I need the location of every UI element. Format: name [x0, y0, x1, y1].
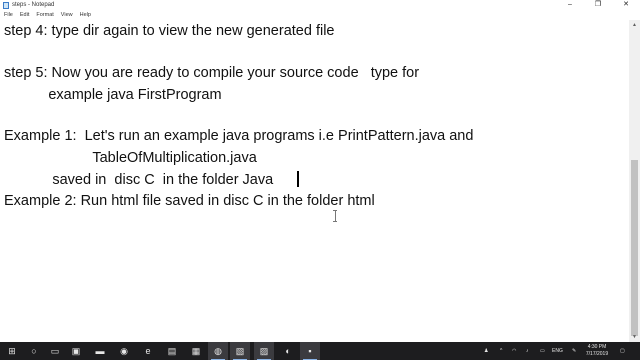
system-clock[interactable]: 4:30 PM 7/17/2019	[580, 344, 614, 358]
java-icon[interactable]: ◐	[278, 342, 298, 360]
file-explorer-icon[interactable]: ▬	[90, 342, 110, 360]
notifications-icon[interactable]: ▢	[620, 342, 625, 360]
menu-bar: File Edit Format View Help	[0, 10, 640, 20]
window-title: steps - Notepad	[12, 2, 55, 8]
clock-time: 4:30 PM	[587, 344, 607, 350]
menu-edit[interactable]: Edit	[16, 10, 32, 20]
scrollbar-thumb[interactable]	[631, 160, 638, 336]
network-icon[interactable]: ◠	[512, 342, 516, 360]
editor-line: example java FirstProgram	[4, 87, 222, 103]
clock-date: 7/17/2019	[585, 351, 609, 357]
settings-icon[interactable]: ◉	[114, 342, 134, 360]
photos-icon[interactable]: ▦	[186, 342, 206, 360]
mouse-ibeam-cursor	[333, 210, 337, 222]
editor-line: Example 2: Run html file saved in disc C…	[4, 193, 375, 209]
notepad-app-icon	[3, 1, 9, 9]
vertical-scrollbar[interactable]: ▲ ▼	[629, 20, 640, 342]
tray-overflow-chevron-icon[interactable]: ^	[500, 342, 502, 360]
editor-line: step 5: Now you are ready to compile you…	[4, 65, 420, 81]
notepad-icon[interactable]: ▨	[254, 342, 274, 360]
scroll-down-arrow-icon[interactable]: ▼	[629, 332, 640, 342]
title-bar: steps - Notepad – ❐ ✕	[0, 0, 640, 10]
editor-line: step 4: type dir again to view the new g…	[4, 23, 335, 39]
person-icon[interactable]: ♟	[484, 342, 488, 360]
menu-help[interactable]: Help	[76, 10, 94, 20]
editor-line: Example 1: Let's run an example java pro…	[4, 128, 474, 144]
edge-browser-icon[interactable]: e	[138, 342, 158, 360]
language-indicator[interactable]: ENG	[552, 342, 563, 360]
store-icon[interactable]: ▤	[162, 342, 182, 360]
menu-format[interactable]: Format	[33, 10, 57, 20]
battery-icon[interactable]: ▭	[540, 342, 545, 360]
windows-start-icon[interactable]: ⊞	[2, 342, 22, 360]
maximize-button[interactable]: ❐	[584, 0, 612, 10]
search-icon[interactable]: ○	[24, 342, 44, 360]
menu-view[interactable]: View	[57, 10, 76, 20]
terminal-icon[interactable]: ▪	[300, 342, 320, 360]
task-view-icon[interactable]: ▭	[45, 342, 65, 360]
text-editor-area[interactable]: step 4: type dir again to view the new g…	[0, 20, 629, 342]
text-caret	[297, 171, 299, 187]
app-icon[interactable]: ▧	[230, 342, 250, 360]
editor-line: saved in disc C in the folder Java	[4, 172, 274, 188]
scroll-up-arrow-icon[interactable]: ▲	[629, 20, 640, 30]
minimize-button[interactable]: –	[556, 0, 584, 10]
volume-icon[interactable]: ♪	[526, 342, 529, 360]
editor-line: TableOfMultiplication.java	[4, 150, 257, 166]
window-controls: – ❐ ✕	[556, 0, 640, 10]
chrome-icon[interactable]: ◍	[208, 342, 228, 360]
close-button[interactable]: ✕	[612, 0, 640, 10]
menu-file[interactable]: File	[0, 10, 16, 20]
taskbar: ⊞ ○ ▭ ▣ ▬ ◉ e ▤ ▦ ◍ ▧ ▨ ◐ ▪ ♟ ^ ◠ ♪ ▭ EN…	[0, 342, 640, 360]
media-player-icon[interactable]: ▣	[66, 342, 86, 360]
ink-workspace-icon[interactable]: ✎	[572, 342, 576, 360]
